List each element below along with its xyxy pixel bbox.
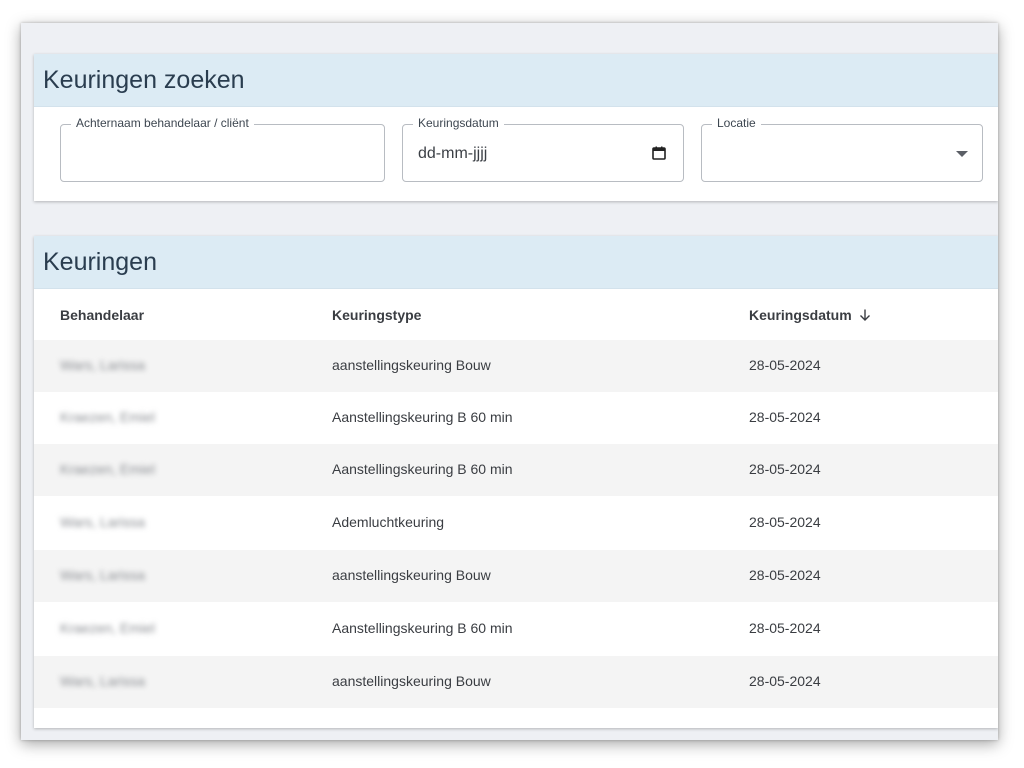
column-header-keuringsdatum[interactable]: Keuringsdatum bbox=[749, 307, 872, 323]
search-title: Keuringen zoeken bbox=[43, 65, 245, 94]
cell-keuringsdatum: 28-05-2024 bbox=[749, 514, 821, 530]
cell-keuringsdatum: 28-05-2024 bbox=[749, 673, 821, 689]
date-placeholder: dd-mm-jjjj bbox=[418, 145, 488, 162]
search-card: Keuringen zoeken Achternaam behandelaar … bbox=[34, 54, 998, 201]
table-row[interactable]: Wars, Larissa aanstellingskeuring Bouw 28-… bbox=[34, 656, 998, 708]
column-header-keuringsdatum-label: Keuringsdatum bbox=[749, 307, 852, 323]
cell-keuringsdatum: 28-05-2024 bbox=[749, 567, 821, 583]
cell-behandelaar: Wars, Larissa bbox=[60, 673, 146, 689]
cell-keuringsdatum: 28-05-2024 bbox=[749, 409, 821, 425]
cell-behandelaar: Kraezen, Emiel bbox=[60, 620, 155, 636]
cell-keuringstype: aanstellingskeuring Bouw bbox=[332, 567, 491, 583]
results-title: Keuringen bbox=[43, 247, 157, 276]
results-card: Keuringen Behandelaar Keuringstype Keuri… bbox=[34, 236, 998, 728]
name-search-label: Achternaam behandelaar / cliënt bbox=[71, 116, 254, 130]
cell-keuringstype: Aanstellingskeuring B 60 min bbox=[332, 461, 513, 477]
cell-behandelaar: Wars, Larissa bbox=[60, 357, 146, 373]
column-header-keuringstype[interactable]: Keuringstype bbox=[332, 307, 421, 323]
location-select[interactable]: Locatie bbox=[701, 116, 983, 182]
sort-descending-icon[interactable] bbox=[858, 308, 872, 322]
cell-behandelaar: Wars, Larissa bbox=[60, 514, 146, 530]
cell-behandelaar: Wars, Larissa bbox=[60, 567, 146, 583]
cell-keuringstype: Aanstellingskeuring B 60 min bbox=[332, 620, 513, 636]
location-label: Locatie bbox=[712, 116, 761, 130]
search-card-header: Keuringen zoeken bbox=[34, 54, 998, 107]
cell-keuringsdatum: 28-05-2024 bbox=[749, 620, 821, 636]
cell-keuringstype: aanstellingskeuring Bouw bbox=[332, 673, 491, 689]
table-row[interactable]: Wars, Larissa aanstellingskeuring Bouw 28-… bbox=[34, 550, 998, 602]
cell-behandelaar: Kraezen, Emiel bbox=[60, 461, 155, 477]
column-header-behandelaar[interactable]: Behandelaar bbox=[60, 307, 144, 323]
table-row[interactable]: Wars, Larissa Ademluchtkeuring 28-05-2024 bbox=[34, 496, 998, 550]
table-row[interactable]: Kraezen, Emiel Aanstellingskeuring B 60 m… bbox=[34, 392, 998, 444]
table-row[interactable]: Kraezen, Emiel Aanstellingskeuring B 60 m… bbox=[34, 602, 998, 656]
dropdown-caret-icon[interactable] bbox=[956, 151, 968, 157]
cell-keuringsdatum: 28-05-2024 bbox=[749, 357, 821, 373]
date-input[interactable]: Keuringsdatum dd-mm-jjjj bbox=[402, 116, 684, 182]
calendar-icon[interactable] bbox=[652, 146, 666, 160]
cell-keuringstype: Aanstellingskeuring B 60 min bbox=[332, 409, 513, 425]
cell-keuringsdatum: 28-05-2024 bbox=[749, 461, 821, 477]
cell-keuringstype: aanstellingskeuring Bouw bbox=[332, 357, 491, 373]
results-card-header: Keuringen bbox=[34, 236, 998, 289]
date-label: Keuringsdatum bbox=[413, 116, 504, 130]
table-row[interactable]: Wars, Larissa aanstellingskeuring Bouw 28-… bbox=[34, 340, 998, 392]
cell-keuringstype: Ademluchtkeuring bbox=[332, 514, 445, 530]
name-search-input[interactable]: Achternaam behandelaar / cliënt bbox=[60, 116, 385, 182]
table-header: Behandelaar Keuringstype Keuringsdatum bbox=[34, 289, 998, 340]
app-window: Keuringen zoeken Achternaam behandelaar … bbox=[21, 23, 998, 740]
cell-behandelaar: Kraezen, Emiel bbox=[60, 409, 155, 425]
table-row[interactable]: Kraezen, Emiel Aanstellingskeuring B 60 m… bbox=[34, 444, 998, 496]
